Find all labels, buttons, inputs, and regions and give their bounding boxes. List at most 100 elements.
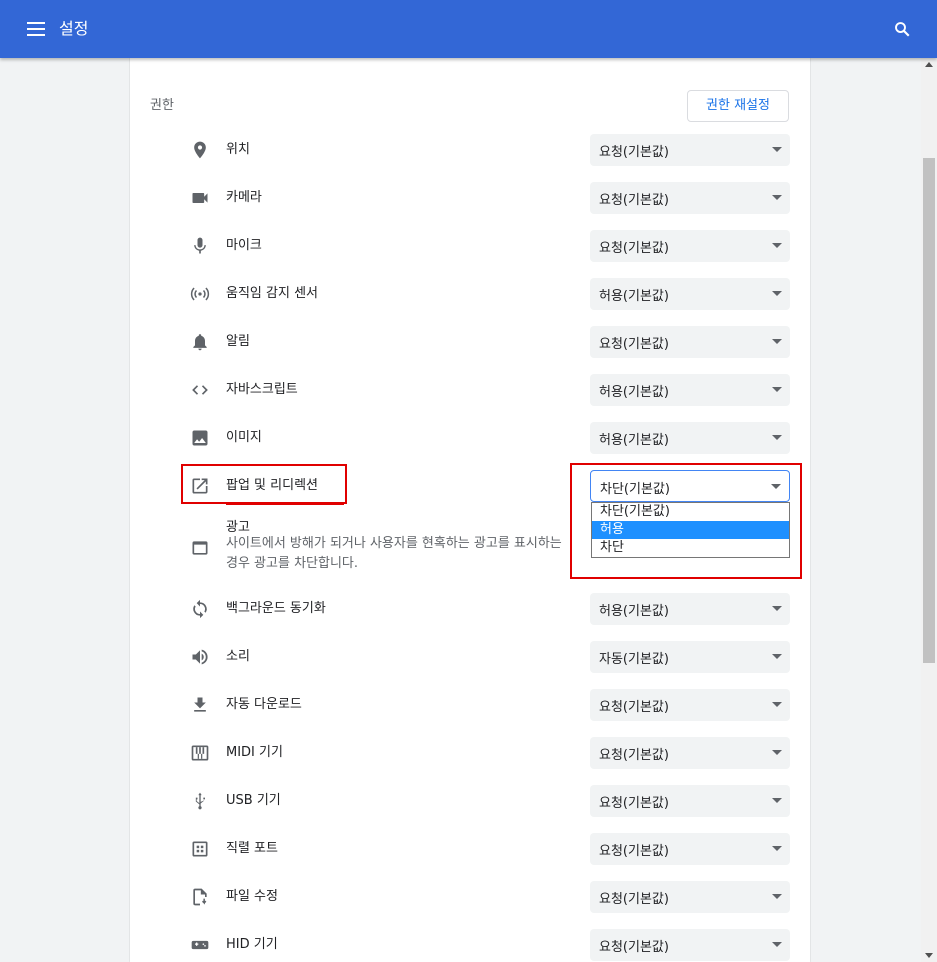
- select-value: 요청(기본값): [599, 145, 669, 160]
- permission-label: 위치: [226, 142, 250, 157]
- permission-select[interactable]: 허용(기본값): [590, 278, 790, 310]
- permission-label: 알림: [226, 334, 250, 349]
- permission-label: 백그라운드 동기화: [226, 601, 326, 616]
- chevron-down-icon: [771, 484, 781, 489]
- open-in-new-icon: [190, 476, 210, 496]
- dropdown-option[interactable]: 차단(기본값): [592, 503, 789, 521]
- scrollbar[interactable]: [921, 58, 937, 962]
- scroll-down-icon[interactable]: [925, 953, 933, 958]
- permission-select[interactable]: 요청(기본값): [590, 689, 790, 721]
- code-icon: [190, 380, 210, 400]
- permission-label: 이미지: [226, 430, 262, 445]
- popup-dropdown-list: 차단(기본값) 허용 차단: [591, 502, 790, 558]
- permission-row-location[interactable]: 위치 요청(기본값): [130, 126, 810, 174]
- permission-label: 자바스크립트: [226, 382, 298, 397]
- select-value: 요청(기본값): [599, 748, 669, 763]
- chevron-down-icon: [772, 654, 782, 659]
- permission-label: 직렬 포트: [226, 841, 278, 856]
- permission-description: 사이트에서 방해가 되거나 사용자를 현혹하는 광고를 표시하는 경우 광고를 …: [226, 536, 562, 571]
- chevron-down-icon: [772, 750, 782, 755]
- reset-permissions-button[interactable]: 권한 재설정: [687, 90, 789, 122]
- permission-row-notifications[interactable]: 알림 요청(기본값): [130, 318, 810, 366]
- dropdown-option-highlighted[interactable]: 허용: [592, 521, 789, 539]
- permission-label: 파일 수정: [226, 889, 278, 904]
- permission-row-usb[interactable]: USB 기기 요청(기본값): [130, 777, 810, 825]
- permission-label: 소리: [226, 649, 250, 664]
- permission-label: USB 기기: [226, 793, 281, 808]
- permission-select[interactable]: 요청(기본값): [590, 326, 790, 358]
- permission-label: 카메라: [226, 190, 262, 205]
- scroll-thumb[interactable]: [923, 158, 935, 663]
- permission-select[interactable]: 요청(기본값): [590, 737, 790, 769]
- permission-row-motion-sensor[interactable]: 움직임 감지 센서 허용(기본값): [130, 270, 810, 318]
- gamepad-icon: [190, 935, 210, 955]
- permission-row-camera[interactable]: 카메라 요청(기본값): [130, 174, 810, 222]
- file-edit-icon: [190, 887, 210, 907]
- permission-select[interactable]: 허용(기본값): [590, 374, 790, 406]
- select-value: 차단(기본값): [600, 482, 670, 497]
- scroll-up-icon[interactable]: [925, 62, 933, 67]
- permission-row-midi[interactable]: MIDI 기기 요청(기본값): [130, 729, 810, 777]
- chevron-down-icon: [772, 195, 782, 200]
- chevron-down-icon: [772, 606, 782, 611]
- serial-port-icon: [190, 839, 210, 859]
- permission-row-javascript[interactable]: 자바스크립트 허용(기본값): [130, 366, 810, 414]
- permission-select[interactable]: 요청(기본값): [590, 230, 790, 262]
- permission-select[interactable]: 요청(기본값): [590, 785, 790, 817]
- permission-row-hid[interactable]: HID 기기 요청(기본값): [130, 921, 810, 962]
- app-toolbar: 설정: [0, 0, 937, 58]
- permission-select[interactable]: 요청(기본값): [590, 182, 790, 214]
- sensor-icon: [190, 284, 210, 304]
- permission-label: 마이크: [226, 238, 262, 253]
- chevron-down-icon: [772, 243, 782, 248]
- permission-select[interactable]: 허용(기본값): [590, 593, 790, 625]
- permission-row-background-sync[interactable]: 백그라운드 동기화 허용(기본값): [130, 585, 810, 633]
- permission-label: HID 기기: [226, 937, 278, 952]
- chevron-down-icon: [772, 846, 782, 851]
- dropdown-option[interactable]: 차단: [592, 539, 789, 557]
- permission-label: 광고: [226, 520, 250, 535]
- permission-select[interactable]: 차단(기본값): [590, 470, 790, 502]
- permission-select[interactable]: 요청(기본값): [590, 833, 790, 865]
- sync-icon: [190, 599, 210, 619]
- select-value: 허용(기본값): [599, 604, 669, 619]
- chevron-down-icon: [772, 147, 782, 152]
- permission-select[interactable]: 요청(기본값): [590, 134, 790, 166]
- piano-icon: [190, 743, 210, 763]
- permission-label: 팝업 및 리디렉션: [226, 478, 318, 493]
- highlight-underline: [226, 503, 344, 505]
- permission-row-auto-download[interactable]: 자동 다운로드 요청(기본값): [130, 681, 810, 729]
- search-icon[interactable]: [893, 20, 911, 38]
- permission-row-serial-port[interactable]: 직렬 포트 요청(기본값): [130, 825, 810, 873]
- download-icon: [190, 695, 210, 715]
- permission-row-file-edit[interactable]: 파일 수정 요청(기본값): [130, 873, 810, 921]
- permission-select[interactable]: 요청(기본값): [590, 881, 790, 913]
- select-value: 허용(기본값): [599, 385, 669, 400]
- permission-row-images[interactable]: 이미지 허용(기본값): [130, 414, 810, 462]
- image-icon: [190, 428, 210, 448]
- select-value: 요청(기본값): [599, 241, 669, 256]
- permission-label: 움직임 감지 센서: [226, 286, 318, 301]
- permission-select[interactable]: 허용(기본값): [590, 422, 790, 454]
- permission-label: 자동 다운로드: [226, 697, 302, 712]
- permission-select[interactable]: 자동(기본값): [590, 641, 790, 673]
- select-value: 허용(기본값): [599, 289, 669, 304]
- web-asset-icon: [190, 538, 210, 558]
- select-value: 요청(기본값): [599, 193, 669, 208]
- chevron-down-icon: [772, 435, 782, 440]
- chevron-down-icon: [772, 291, 782, 296]
- permission-row-microphone[interactable]: 마이크 요청(기본값): [130, 222, 810, 270]
- permissions-card: 권한 권한 재설정 위치 요청(기본값) 카메라 요청(기본값) 마이크 요청(…: [130, 58, 810, 962]
- bell-icon: [190, 332, 210, 352]
- select-value: 자동(기본값): [599, 652, 669, 667]
- chevron-down-icon: [772, 942, 782, 947]
- menu-icon[interactable]: [27, 22, 45, 36]
- select-value: 요청(기본값): [599, 337, 669, 352]
- select-value: 허용(기본값): [599, 433, 669, 448]
- location-icon: [190, 140, 210, 160]
- permission-select[interactable]: 요청(기본값): [590, 929, 790, 961]
- section-title: 권한: [150, 98, 174, 113]
- permission-row-sound[interactable]: 소리 자동(기본값): [130, 633, 810, 681]
- chevron-down-icon: [772, 339, 782, 344]
- camera-icon: [190, 188, 210, 208]
